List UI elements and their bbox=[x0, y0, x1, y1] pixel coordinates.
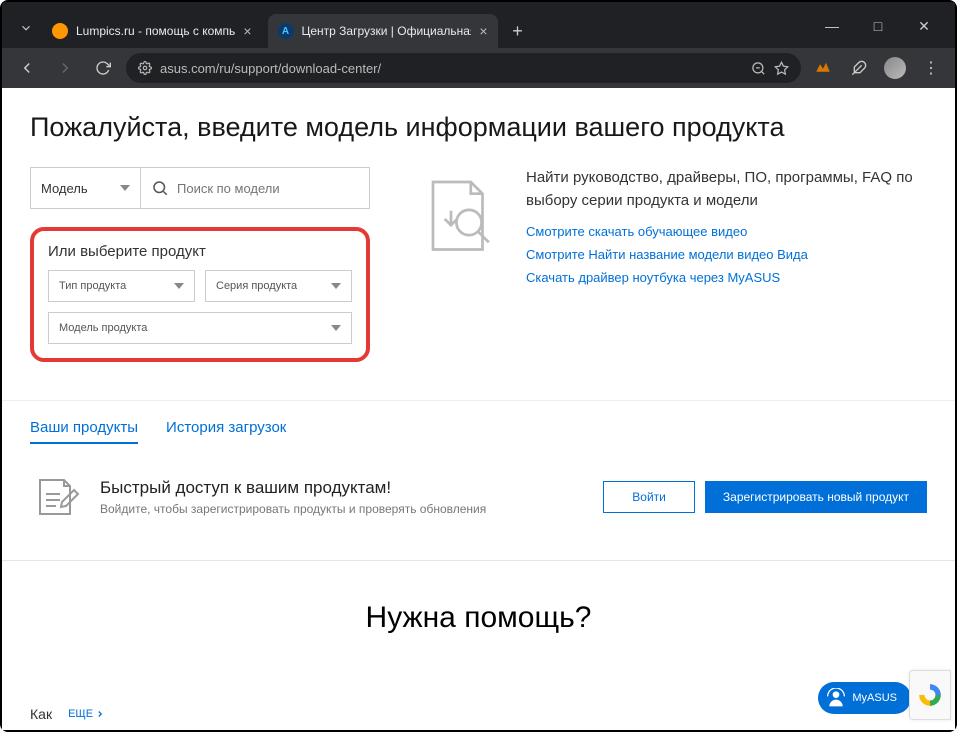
quick-access-title: Быстрый доступ к вашим продуктам! bbox=[100, 478, 486, 498]
forward-button[interactable] bbox=[50, 53, 80, 83]
chevron-down-icon bbox=[331, 325, 341, 331]
close-icon[interactable]: × bbox=[479, 23, 487, 39]
bookmark-star-icon[interactable] bbox=[774, 61, 789, 76]
info-text: Найти руководство, драйверы, ПО, програм… bbox=[526, 167, 927, 212]
favicon-icon bbox=[52, 23, 68, 39]
model-select-label: Модель bbox=[41, 181, 88, 196]
browser-tab[interactable]: Lumpics.ru - помощь с компь × bbox=[42, 14, 262, 48]
select-label: Серия продукта bbox=[216, 280, 297, 292]
tab-search-icon[interactable] bbox=[14, 16, 38, 40]
product-series-select[interactable]: Серия продукта bbox=[205, 270, 352, 302]
browser-titlebar: Lumpics.ru - помощь с компь × A Центр За… bbox=[2, 2, 955, 48]
product-model-select[interactable]: Модель продукта bbox=[48, 312, 352, 344]
content-tabs: Ваши продукты История загрузок bbox=[30, 419, 927, 444]
chevron-down-icon bbox=[331, 283, 341, 289]
tab-your-products[interactable]: Ваши продукты bbox=[30, 419, 138, 444]
find-model-video-link[interactable]: Смотрите Найти название модели видео Вид… bbox=[526, 247, 927, 262]
url-text: asus.com/ru/support/download-center/ bbox=[160, 61, 743, 76]
recaptcha-badge[interactable] bbox=[909, 670, 951, 720]
favicon-icon: A bbox=[278, 23, 294, 39]
maximize-button[interactable]: □ bbox=[855, 10, 901, 42]
browser-tab-active[interactable]: A Центр Загрузки | Официальная × bbox=[268, 14, 498, 48]
myasus-chat-badge[interactable]: MyASUS bbox=[818, 682, 911, 714]
how-label: Как bbox=[30, 706, 52, 722]
zoom-icon[interactable] bbox=[751, 61, 766, 76]
product-type-select[interactable]: Тип продукта bbox=[48, 270, 195, 302]
tab-title: Lumpics.ru - помощь с компь bbox=[76, 24, 235, 38]
tutorial-video-link[interactable]: Смотрите скачать обучающее видео bbox=[526, 224, 927, 239]
product-selector-box: Или выберите продукт Тип продукта Серия … bbox=[30, 227, 370, 362]
model-category-select[interactable]: Модель bbox=[31, 168, 141, 208]
extensions-icon[interactable] bbox=[845, 54, 873, 82]
close-window-button[interactable]: ✕ bbox=[901, 10, 947, 42]
address-bar[interactable]: asus.com/ru/support/download-center/ bbox=[126, 53, 801, 83]
minimize-button[interactable]: ― bbox=[809, 10, 855, 42]
select-label: Тип продукта bbox=[59, 280, 126, 292]
page-content: Пожалуйста, введите модель информации ва… bbox=[2, 88, 955, 730]
support-agent-icon bbox=[826, 688, 846, 708]
select-label: Модель продукта bbox=[59, 322, 147, 334]
browser-toolbar: asus.com/ru/support/download-center/ ⋮ bbox=[2, 48, 955, 88]
chevron-right-icon bbox=[95, 709, 105, 719]
profile-avatar[interactable] bbox=[881, 54, 909, 82]
tab-title: Центр Загрузки | Официальная bbox=[302, 24, 472, 38]
search-input[interactable] bbox=[177, 181, 359, 196]
select-section-title: Или выберите продукт bbox=[48, 243, 352, 260]
login-button[interactable]: Войти bbox=[603, 481, 695, 513]
myasus-driver-link[interactable]: Скачать драйвер ноутбука через MyASUS bbox=[526, 270, 927, 285]
help-title: Нужна помощь? bbox=[2, 601, 955, 635]
register-product-button[interactable]: Зарегистрировать новый продукт bbox=[705, 481, 927, 513]
menu-button[interactable]: ⋮ bbox=[917, 54, 945, 82]
search-icon bbox=[151, 179, 169, 197]
bottom-bar: Как ЕЩЕ bbox=[30, 706, 105, 722]
extension-icon[interactable] bbox=[809, 54, 837, 82]
tab-download-history[interactable]: История загрузок bbox=[166, 419, 286, 444]
close-icon[interactable]: × bbox=[243, 23, 251, 39]
chevron-down-icon bbox=[120, 185, 130, 191]
search-bar: Модель bbox=[30, 167, 370, 209]
quick-access-subtitle: Войдите, чтобы зарегистрировать продукты… bbox=[100, 502, 486, 516]
chevron-down-icon bbox=[174, 283, 184, 289]
quick-access-icon bbox=[30, 472, 80, 522]
more-link[interactable]: ЕЩЕ bbox=[68, 708, 105, 720]
new-tab-button[interactable]: + bbox=[504, 17, 532, 45]
site-settings-icon[interactable] bbox=[138, 61, 152, 75]
reload-button[interactable] bbox=[88, 53, 118, 83]
myasus-label: MyASUS bbox=[852, 692, 897, 704]
page-title: Пожалуйста, введите модель информации ва… bbox=[30, 112, 927, 143]
document-search-icon bbox=[410, 167, 510, 362]
back-button[interactable] bbox=[12, 53, 42, 83]
